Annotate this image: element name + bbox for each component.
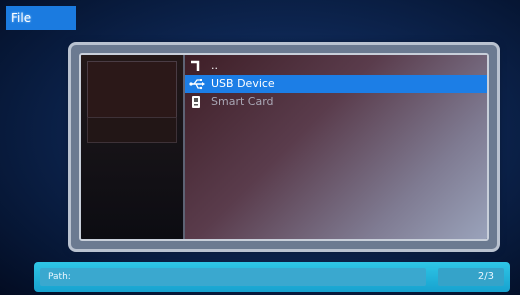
list-item-parent-directory[interactable]: ..: [185, 57, 487, 75]
path-field: Path:: [40, 268, 426, 286]
page-indicator: 2/3: [438, 268, 504, 286]
file-menu-tab[interactable]: File: [6, 6, 76, 30]
list-item-usb-device[interactable]: USB Device: [185, 75, 487, 93]
usb-icon: [189, 77, 205, 91]
preview-info: [87, 117, 177, 143]
smart-card-icon: [189, 95, 203, 109]
file-list: .. USB Device Smart Card: [185, 55, 487, 239]
file-browser-inner: .. USB Device Smart Card: [79, 53, 489, 241]
return-arrow-icon: [189, 59, 203, 73]
path-label: Path:: [48, 272, 71, 282]
status-bar: Path: 2/3: [34, 262, 510, 292]
preview-thumbnail: [87, 61, 177, 119]
file-browser-panel: .. USB Device Smart Card: [68, 42, 500, 252]
list-item-smart-card[interactable]: Smart Card: [185, 93, 487, 111]
list-item-label: USB Device: [211, 77, 275, 90]
preview-pane: [81, 55, 185, 239]
list-item-label: ..: [211, 59, 218, 72]
list-item-label: Smart Card: [211, 95, 274, 108]
